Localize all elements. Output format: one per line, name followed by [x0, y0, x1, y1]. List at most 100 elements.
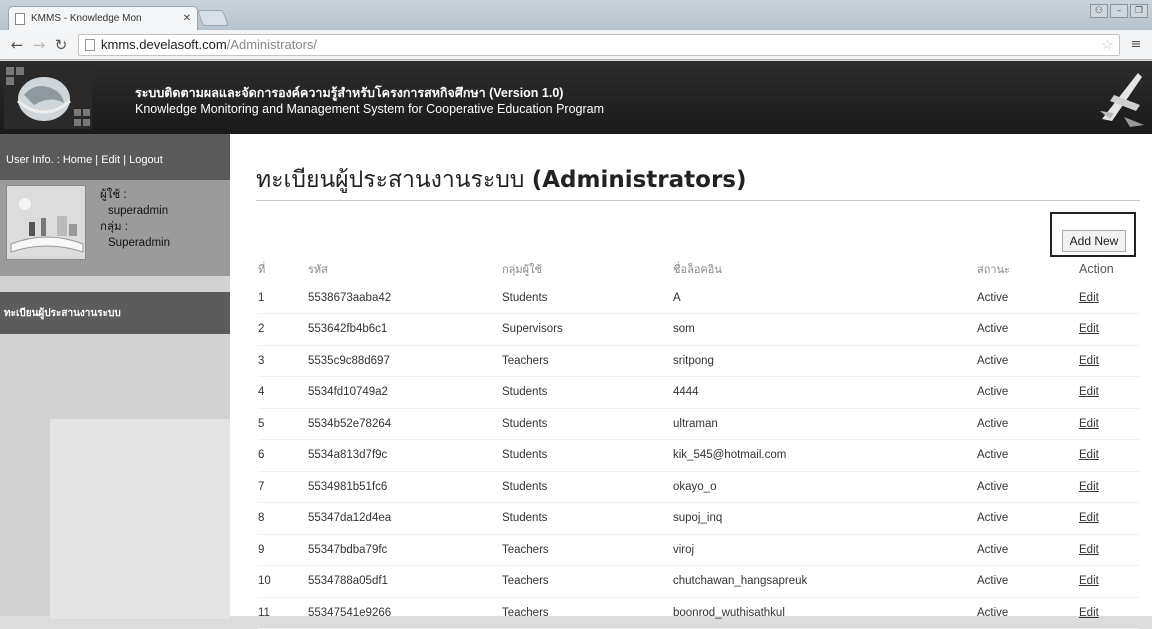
add-new-button[interactable]: Add New [1062, 230, 1126, 252]
cell-action: Edit [1079, 408, 1139, 440]
table-row: 8 55347da12d4ea Students supoj_inq Active Edi… [258, 502, 1139, 535]
browser-tab-bar: KMMS - Knowledge Mon ✕ ⚇ – ❐ [0, 0, 1152, 30]
sidebar-item-administrators[interactable]: ทะเบียนผู้ประสานงานระบบ [0, 292, 230, 334]
edit-link[interactable]: Edit [1079, 292, 1099, 304]
edit-link[interactable]: Edit [1079, 323, 1099, 335]
administrators-table: ที่ รหัส กลุ่มผู้ใช้ ชื่อล็อคอิน สถานะ A… [258, 256, 1139, 629]
address-bar: ← → ↻ kmms.develasoft.com/Administrators… [0, 30, 1152, 60]
cell-id: 553642fb4b6c1 [308, 313, 502, 346]
edit-link[interactable]: Edit [1079, 575, 1099, 587]
title-divider [256, 200, 1140, 201]
header-title-english: Knowledge Monitoring and Management Syst… [135, 102, 605, 116]
forward-icon[interactable]: → [28, 36, 50, 54]
cell-action: Edit [1079, 502, 1139, 535]
logo-icon [4, 65, 92, 129]
cell-status: Active [977, 313, 1079, 346]
cell-login: ultraman [673, 408, 977, 440]
table-row: 11 55347541e9266 Teachers boonrod_wuthisath… [258, 597, 1139, 629]
page-title-thai: ทะเบียนผู้ประสานงานระบบ [256, 167, 525, 193]
header-title-thai: ระบบติดตามผลและจัดการองค์ความรู้สำหรับโค… [135, 86, 564, 100]
cell-group: Students [502, 282, 673, 314]
column-header-status[interactable]: สถานะ [977, 256, 1079, 282]
cell-group: Students [502, 439, 673, 472]
user-icon[interactable]: ⚇ [1090, 4, 1108, 18]
edit-link[interactable]: Edit [1079, 355, 1099, 367]
cell-action: Edit [1079, 282, 1139, 314]
separator: | [92, 154, 102, 166]
page-title: ทะเบียนผู้ประสานงานระบบ (Administrators) [256, 162, 747, 198]
table-row: 4 5534fd10749a2 Students 4444 Active Edit [258, 376, 1139, 409]
table-row: 5 5534b52e78264 Students ultraman Active Edit [258, 408, 1139, 440]
cell-status: Active [977, 345, 1079, 377]
edit-link[interactable]: Edit [1079, 449, 1099, 461]
column-header-group[interactable]: กลุ่มผู้ใช้ [502, 256, 673, 282]
user-value: superadmin [108, 205, 169, 217]
browser-tab[interactable]: KMMS - Knowledge Mon ✕ [8, 6, 198, 30]
cell-login: A [673, 282, 977, 314]
edit-link[interactable]: Edit [1079, 418, 1099, 430]
column-header-login[interactable]: ชื่อล็อคอิน [673, 256, 977, 282]
page-icon [85, 38, 95, 51]
cell-login: kik_545@hotmail.com [673, 439, 977, 472]
table-row: 9 55347bdba79fc Teachers viroj Active Edit [258, 534, 1139, 566]
cell-no: 5 [258, 408, 308, 440]
edit-link[interactable]: Edit [1079, 607, 1099, 619]
cell-no: 6 [258, 439, 308, 472]
cell-no: 10 [258, 565, 308, 598]
home-link[interactable]: Home [63, 154, 92, 166]
reload-icon[interactable]: ↻ [50, 36, 72, 54]
cell-action: Edit [1079, 439, 1139, 472]
cell-id: 5534981b51fc6 [308, 471, 502, 503]
table-header-row: ที่ รหัส กลุ่มผู้ใช้ ชื่อล็อคอิน สถานะ A… [258, 256, 1139, 282]
column-header-no[interactable]: ที่ [258, 256, 308, 282]
url-input[interactable]: kmms.develasoft.com/Administrators/ ☆ [78, 33, 1120, 56]
new-tab-button[interactable] [197, 10, 229, 26]
sidebar-background-panel [50, 419, 230, 619]
cell-status: Active [977, 534, 1079, 566]
tab-title: KMMS - Knowledge Mon [31, 13, 142, 24]
profile-panel: ผู้ใช้ : superadmin กลุ่ม : Superadmin [0, 180, 230, 276]
url-host: kmms.develasoft.com [101, 37, 227, 52]
window-controls: ⚇ – ❐ [1090, 4, 1148, 18]
cell-no: 2 [258, 313, 308, 346]
maximize-icon[interactable]: ❐ [1130, 4, 1148, 18]
cell-status: Active [977, 408, 1079, 440]
user-label: ผู้ใช้ : [100, 189, 127, 201]
cell-login: chutchawan_hangsapreuk [673, 565, 977, 598]
close-tab-icon[interactable]: ✕ [183, 13, 191, 24]
logout-link[interactable]: Logout [129, 154, 163, 166]
edit-profile-link[interactable]: Edit [101, 154, 120, 166]
cell-no: 7 [258, 471, 308, 503]
edit-link[interactable]: Edit [1079, 544, 1099, 556]
back-icon[interactable]: ← [6, 36, 28, 54]
cell-status: Active [977, 376, 1079, 409]
cell-status: Active [977, 471, 1079, 503]
cell-id: 5535c9c88d697 [308, 345, 502, 377]
cell-no: 4 [258, 376, 308, 409]
cell-id: 5534788a05df1 [308, 565, 502, 598]
table-row: 2 553642fb4b6c1 Supervisors som Active Edit [258, 313, 1139, 346]
cell-no: 1 [258, 282, 308, 314]
menu-icon[interactable]: ≡ [1126, 37, 1146, 52]
cell-group: Teachers [502, 534, 673, 566]
minimize-icon[interactable]: – [1110, 4, 1128, 18]
cell-group: Supervisors [502, 313, 673, 346]
cell-group: Students [502, 502, 673, 535]
cell-group: Students [502, 471, 673, 503]
cell-login: okayo_o [673, 471, 977, 503]
column-header-id[interactable]: รหัส [308, 256, 502, 282]
edit-link[interactable]: Edit [1079, 386, 1099, 398]
table-row: 3 5535c9c88d697 Teachers sritpong Active Edit [258, 345, 1139, 377]
cell-group: Teachers [502, 565, 673, 598]
table-row: 6 5534a813d7f9c Students kik_545@hotmail.co… [258, 439, 1139, 472]
avatar [6, 185, 86, 260]
cell-login: sritpong [673, 345, 977, 377]
cell-no: 8 [258, 502, 308, 535]
cell-id: 5534fd10749a2 [308, 376, 502, 409]
airplane-icon [1100, 73, 1144, 127]
cell-id: 5534b52e78264 [308, 408, 502, 440]
bookmark-star-icon[interactable]: ☆ [1101, 37, 1113, 53]
edit-link[interactable]: Edit [1079, 481, 1099, 493]
cell-action: Edit [1079, 313, 1139, 346]
edit-link[interactable]: Edit [1079, 512, 1099, 524]
